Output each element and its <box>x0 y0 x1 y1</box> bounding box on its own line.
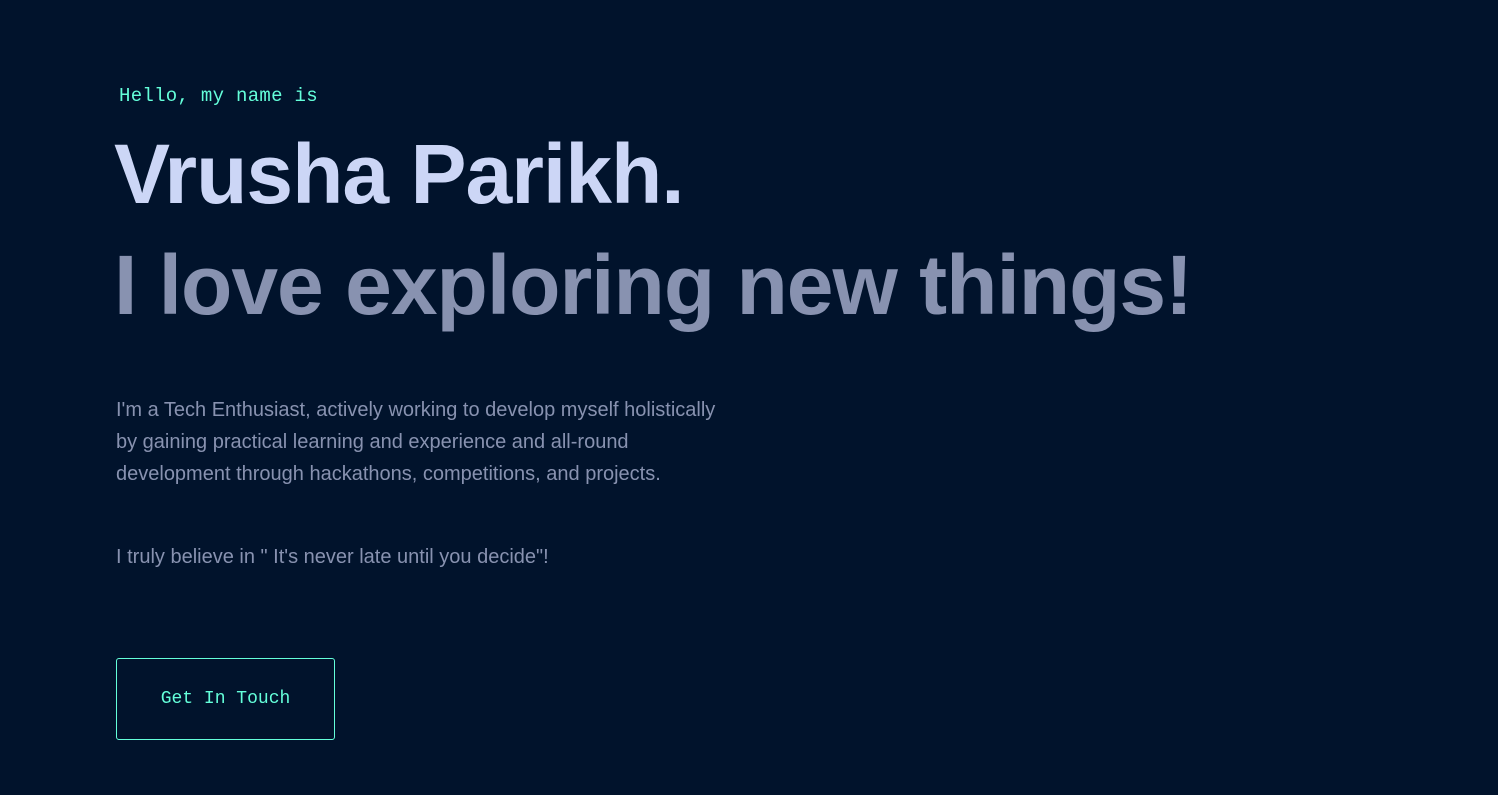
hero-section: Hello, my name is Vrusha Parikh. I love … <box>0 0 1498 795</box>
tagline-heading: I love exploring new things! <box>114 238 1193 332</box>
name-heading: Vrusha Parikh. <box>114 127 685 221</box>
greeting-text: Hello, my name is <box>119 85 318 107</box>
motto-paragraph: I truly believe in " It's never late unt… <box>116 546 549 568</box>
bio-paragraph: I'm a Tech Enthusiast, actively working … <box>116 399 716 485</box>
get-in-touch-button[interactable]: Get In Touch <box>116 658 335 740</box>
